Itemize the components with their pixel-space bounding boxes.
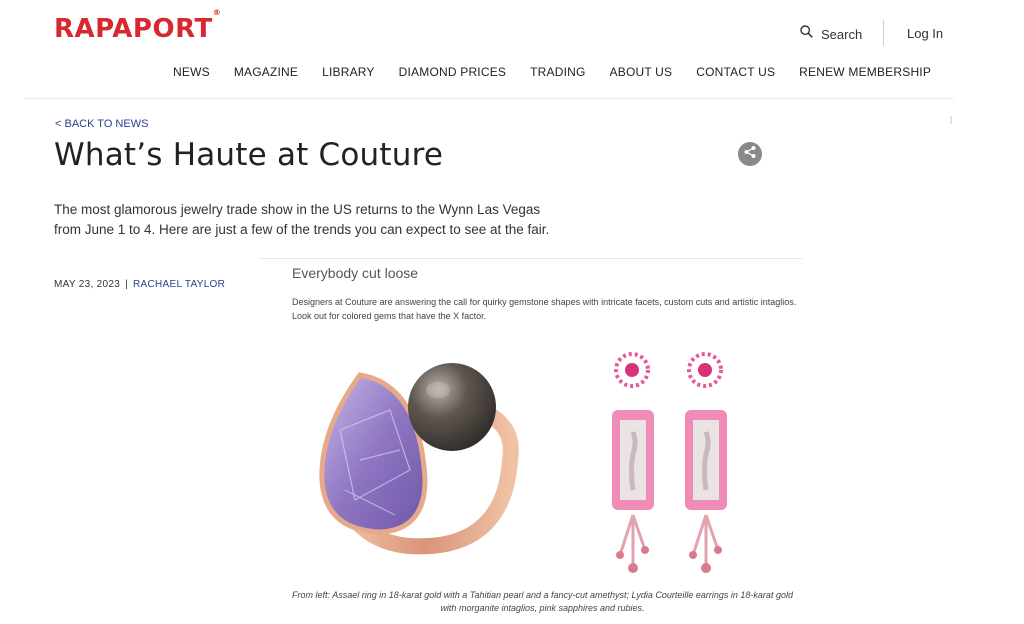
article-intro: The most glamorous jewelry trade show in… (54, 202, 550, 237)
feature-heading: Everybody cut loose (292, 265, 419, 281)
nav-about-us[interactable]: ABOUT US (610, 65, 673, 79)
main-nav: NEWS MAGAZINE LIBRARY DIAMOND PRICES TRA… (173, 65, 955, 79)
search-label: Search (821, 26, 863, 42)
nav-library[interactable]: LIBRARY (322, 65, 375, 79)
article-date: MAY 23, 2023 (54, 279, 121, 290)
nav-contact-us[interactable]: CONTACT US (696, 65, 775, 79)
nav-magazine[interactable]: MAGAZINE (234, 65, 298, 79)
nav-trading[interactable]: TRADING (530, 65, 585, 79)
header-divider (883, 20, 884, 46)
earring-left (612, 352, 654, 573)
share-icon (743, 145, 757, 164)
back-to-news-link[interactable]: < BACK TO NEWS (55, 118, 148, 130)
rapaport-logo[interactable]: RAPAPORT® (54, 8, 221, 44)
meta-separator: | (125, 279, 128, 290)
jewelry-photo (319, 352, 727, 573)
nav-divider (24, 98, 954, 99)
nav-news[interactable]: NEWS (173, 65, 210, 79)
nav-renew-membership[interactable]: RENEW MEMBERSHIP (799, 65, 931, 79)
scroll-handle[interactable] (950, 116, 952, 124)
photo-caption: From left: Assael ring in 18-karat gold … (292, 590, 793, 613)
article-title: What’s Haute at Couture (54, 137, 444, 173)
earring-right (685, 352, 727, 573)
article-meta: MAY 23, 2023 | RACHAEL TAYLOR (54, 279, 225, 290)
tahitian-pearl (408, 363, 496, 451)
feature-body: Designers at Couture are answering the c… (292, 297, 797, 321)
author-link[interactable]: RACHAEL TAYLOR (133, 279, 225, 290)
search-button[interactable]: Search (800, 25, 862, 43)
nav-diamond-prices[interactable]: DIAMOND PRICES (399, 65, 506, 79)
search-icon (800, 25, 813, 43)
feature-divider (258, 258, 802, 259)
login-link[interactable]: Log In (907, 26, 943, 41)
share-button[interactable] (738, 142, 762, 166)
